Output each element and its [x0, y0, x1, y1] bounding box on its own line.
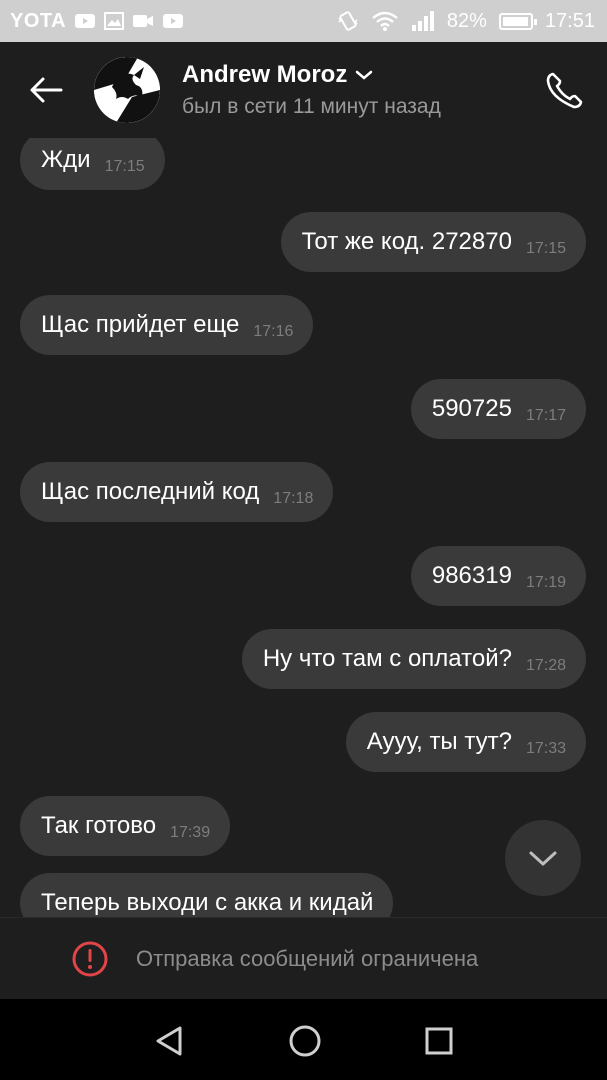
restriction-text: Отправка сообщений ограничена: [136, 946, 479, 971]
battery-percent: 82%: [446, 9, 487, 32]
message-bubble-outgoing[interactable]: Ну что там с оплатой? 17:28: [241, 629, 586, 689]
arrow-left-icon: [30, 77, 63, 103]
message-list[interactable]: Жди 17:15 Тот же код. 272870 17:15 Щас п…: [0, 138, 607, 917]
back-button[interactable]: [18, 62, 74, 118]
phone-icon: [546, 72, 583, 109]
last-seen-status: был в сети 11 минут назад: [182, 95, 441, 118]
message-bubble-incoming[interactable]: Жди 17:15: [20, 138, 165, 190]
call-button[interactable]: [541, 68, 587, 114]
contact-name[interactable]: Andrew Moroz: [182, 61, 347, 89]
status-bar: YOTA 82% 17:51: [0, 0, 607, 42]
video-icon: [133, 15, 154, 27]
circle-home-icon: [289, 1025, 321, 1057]
dragon-logo-icon: [94, 57, 160, 123]
youtube-icon: [163, 14, 184, 28]
nav-home-button[interactable]: [283, 1019, 327, 1063]
scroll-to-bottom-button[interactable]: [505, 820, 581, 896]
message-bubble-incoming[interactable]: Теперь выходи с акка и кидай: [20, 873, 394, 917]
clock: 17:51: [544, 9, 595, 32]
battery-icon: [498, 12, 537, 30]
messaging-restricted-banner: Отправка сообщений ограничена: [0, 917, 607, 1000]
message-bubble-incoming[interactable]: Щас последний код 17:18: [20, 462, 334, 522]
nav-back-button[interactable]: [147, 1019, 191, 1063]
message-bubble-outgoing[interactable]: 590725 17:17: [410, 379, 586, 439]
nav-recents-button[interactable]: [417, 1019, 461, 1063]
square-recents-icon: [425, 1027, 453, 1055]
avatar[interactable]: [94, 57, 160, 123]
triangle-back-icon: [156, 1026, 182, 1056]
youtube-icon: [75, 14, 96, 28]
vibrate-icon: [338, 11, 358, 31]
chat-header: Andrew Moroz был в сети 11 минут назад: [0, 42, 607, 138]
navigation-bar: [0, 999, 607, 1080]
message-bubble-outgoing[interactable]: 986319 17:19: [410, 546, 586, 606]
chevron-down-icon: [529, 851, 557, 866]
chevron-down-icon[interactable]: [355, 69, 373, 81]
message-bubble-incoming[interactable]: Щас прийдет еще 17:16: [20, 295, 314, 355]
message-bubble-outgoing[interactable]: Тот же код. 272870 17:15: [280, 212, 586, 272]
carrier-label: YOTA: [10, 9, 67, 32]
image-icon: [104, 12, 125, 30]
signal-icon: [411, 11, 434, 31]
wifi-icon: [372, 11, 398, 31]
alert-circle-icon: [72, 941, 108, 977]
message-bubble-outgoing[interactable]: Аууу, ты тут? 17:33: [345, 712, 586, 772]
message-bubble-incoming[interactable]: Так готово 17:39: [20, 796, 231, 856]
